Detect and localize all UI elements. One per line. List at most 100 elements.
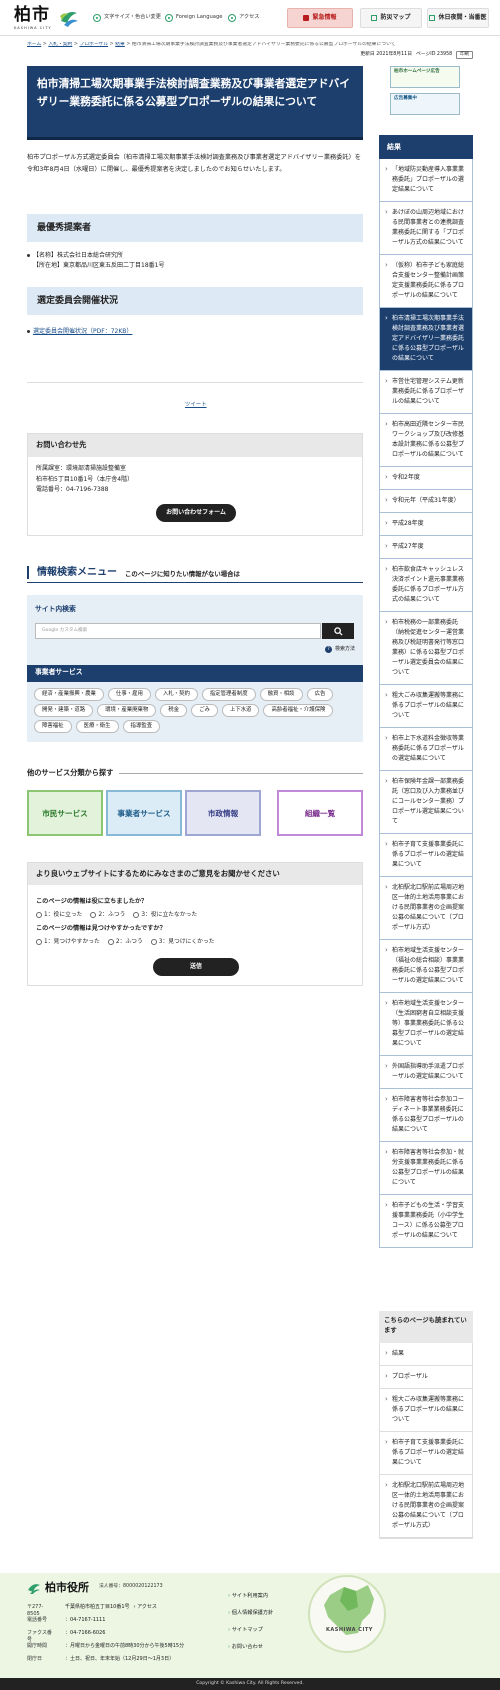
sidebar-item[interactable]: 令和元年（平成31年度） [380, 490, 472, 513]
sidebar-item[interactable]: 柏市清掃工場次期事業手法検討調査業務及び事業者選定アドバイザリー業務委託に係る公… [380, 308, 472, 371]
page-id: ページID 23958 [416, 51, 453, 57]
page-intro: 柏市プロポーザル方式選定委員会（柏市清掃工場次期事業手法検討調査業務及び事業者選… [27, 154, 361, 173]
business-tag[interactable]: 障害福祉 [34, 720, 72, 733]
committee-pdf-link[interactable]: 選定委員会開催状況（PDF：72KB） [33, 328, 132, 335]
search-input[interactable]: Google カスタム検索 [35, 623, 321, 639]
search-button[interactable] [322, 623, 354, 639]
also-read-item[interactable]: プロポーザル [380, 1366, 472, 1389]
list-item: 【名称】株式会社日本総合研究所 [27, 251, 363, 261]
access-label: アクセス [239, 14, 260, 21]
radio-icon [107, 938, 114, 945]
font-size-color-link[interactable]: 文字サイズ・色合い変更 [93, 13, 161, 23]
footer-tel-row: 電話番号 ：04-7167-1111 [27, 1617, 106, 1623]
sidebar-title: 結果 [379, 135, 473, 159]
sidebar-item[interactable]: 外国語指導助手派遣プロポーザルの選定結果について [380, 1056, 472, 1089]
sidebar-item[interactable]: 令和2年度 [380, 467, 472, 490]
footer-link[interactable]: 個人情報保護方針 [228, 1610, 274, 1617]
sidebar-item[interactable]: 柏市地域生活支援センター（生活困窮者自立相談支援等）事業業務委託に係る公募型プロ… [380, 993, 472, 1056]
print-button[interactable]: 印刷 [456, 51, 473, 60]
business-tag[interactable]: 経済・産業振興・農業 [34, 688, 104, 701]
business-services-panel: 経済・産業振興・農業 仕事・雇用 入札・契約 指定管理者制度 融資・相談 広告開発・建築・… [27, 682, 363, 742]
sidebar-item[interactable]: 平成27年度 [380, 536, 472, 559]
radio-icon [36, 938, 42, 945]
organization-list-button[interactable]: 組織一覧 [277, 790, 363, 836]
also-read-item[interactable]: 粗大ごみ収集運搬等業務に係るプロポーザルの結果について [380, 1389, 472, 1432]
contact-phone: 電話番号：04-7196-7388 [36, 486, 109, 493]
business-tag[interactable]: 環境・産業廃棄物 [97, 704, 157, 717]
business-tag[interactable]: 仕事・雇用 [107, 688, 151, 701]
radio-option[interactable]: 2：ふつう [107, 938, 143, 946]
footer-access-link[interactable]: › アクセス [134, 1604, 157, 1619]
sidebar-item[interactable]: 柏市障害者等社会参加・就労支援事業業務委託に係る公募型プロポーザルの結果について [380, 1142, 472, 1195]
breadcrumb-item[interactable]: 入札・契約 [48, 42, 72, 47]
radio-icon [150, 938, 157, 945]
sidebar-item[interactable]: 柏市子育て支援事業委託に係るプロポーザルの選定結果について [380, 834, 472, 877]
search-menu-heading: 情報検索メニュー このページに知りたい情報がない場合は [27, 565, 363, 583]
access-link[interactable]: アクセス [228, 13, 260, 23]
radio-option[interactable]: 1：見つけやすかった [36, 938, 100, 946]
search-help-link[interactable]: ? 検索方法 [324, 646, 355, 654]
business-tag[interactable]: 広告 [306, 688, 334, 701]
sidebar-item[interactable]: あけぼの山周辺地域における民間事業者との連携調査業務委託に関する「プロポーザル方… [380, 202, 472, 255]
city-info-button[interactable]: 市政情報 [185, 790, 261, 836]
business-tag[interactable]: ごみ [191, 704, 218, 717]
breadcrumb-item[interactable]: プロポーザル [79, 42, 108, 47]
page-title: 柏市清掃工場次期事業手法検討調査業務及び事業者選定アドバイザリー業務委託に係る公… [37, 77, 351, 108]
radio-option[interactable]: 3：役に立たなかった [133, 911, 197, 919]
sidebar-item[interactable]: 市営住宅管理システム更新業務委託に係るプロポーザルの結果について [380, 371, 472, 414]
sidebar-item[interactable]: 「地域防災動産導入事業業務委託」プロポーザルの選定結果について [380, 159, 472, 202]
tweet-link[interactable]: ツイート [185, 402, 207, 410]
sidebar-item[interactable]: 平成28年度 [380, 513, 472, 536]
ad-banner[interactable]: 柏市ホームページ広告 [390, 66, 460, 88]
business-services-button[interactable]: 事業者サービス [106, 790, 182, 836]
site-logo[interactable]: 柏市 KASHIWA CITY [14, 6, 84, 32]
sidebar-item[interactable]: 粗大ごみ収集運搬等業務に係るプロポーザルの結果について [380, 685, 472, 728]
sidebar-item[interactable]: 柏市高田近隣センター市民ワークショップ及び改修基本設計業務に係る公募型プロポーザ… [380, 414, 472, 467]
breadcrumb-item[interactable]: ホーム [27, 42, 41, 47]
feedback-submit-button[interactable]: 送信 [153, 958, 239, 976]
footer-link[interactable]: サイト利用案内 [228, 1593, 273, 1600]
business-tag[interactable]: 融資・相談 [259, 688, 303, 701]
business-tag[interactable]: 指導監査 [122, 720, 161, 733]
footer-logo: 柏市役所 法人番号：8000020122173 [27, 1580, 163, 1596]
footer-corp-number: 法人番号：8000020122173 [99, 1584, 163, 1590]
sidebar-item[interactable]: 北柏駅北口駅前広場周辺地区一体的土地活用事業における民間事業者の企画提案公募の結… [380, 877, 472, 940]
business-tag[interactable]: 指定管理者制度 [201, 688, 256, 701]
also-read-item[interactable]: 北柏駅北口駅前広場周辺地区一体的土地活用事業における民間事業者の企画提案公募の結… [380, 1475, 472, 1538]
footer-link[interactable]: サイトマップ [228, 1627, 273, 1634]
contact-box: お問い合わせ先 所属課室：環境部清掃施設整備室 柏市柏5丁目10番1号（本庁舎4… [27, 433, 363, 536]
foreign-language-link[interactable]: Foreign Language [165, 13, 222, 23]
list-item: 選定委員会開催状況（PDF：72KB） [27, 327, 363, 337]
contact-form-button[interactable]: お問い合わせフォーム [156, 504, 236, 522]
sidebar-item[interactable]: 柏市飲食店キャッシュレス決済ポイント還元事業業務委託に係るプロポーザル方式の結果… [380, 559, 472, 612]
holiday-night-doctor-button[interactable]: 休日夜間・当番医 [427, 8, 489, 28]
sidebar-item[interactable]: 柏市税務の一部業務委託（納税促進センター運営業務及び税証明書発行等窓口業務）に係… [380, 612, 472, 685]
business-tag[interactable]: 医療・衛生 [75, 720, 119, 733]
emergency-info-button[interactable]: 緊急情報 [287, 8, 353, 28]
business-tag[interactable]: 税金 [160, 704, 188, 717]
radio-option[interactable]: 2：ふつう [90, 911, 125, 919]
business-tag[interactable]: 上下水道 [221, 704, 260, 717]
disaster-map-button[interactable]: 防災マップ [360, 8, 422, 28]
citizen-services-button[interactable]: 市民サービス [27, 790, 103, 836]
also-read-item[interactable]: 柏市子育て支援事業委託に係るプロポーザルの選定結果について [380, 1432, 472, 1475]
search-menu-subtitle: このページに知りたい情報がない場合は [125, 569, 240, 578]
sidebar-item[interactable]: 柏市子どもの生活・学習支援事業業務委託（小中学生コース）に係る公募型プロポーザル… [380, 1195, 472, 1248]
business-tag[interactable]: 入札・契約 [154, 688, 198, 701]
list-item: 【所在地】東京都品川区東五反田二丁目18番1号 [33, 262, 165, 269]
sidebar-item[interactable]: （仮称）柏市子ども家庭総合支援センター整備計画策定支援業務委託に係るプロポーザル… [380, 255, 472, 308]
sidebar-item[interactable]: 柏市保険年金課一部業務委託（窓口及び入力業務並びにコールセンター業務）プロポーザ… [380, 771, 472, 834]
business-tag[interactable]: 開発・建築・道路 [34, 704, 94, 717]
radio-option[interactable]: 3：見つけにくかった [150, 938, 215, 946]
business-tag-list: 経済・産業振興・農業 仕事・雇用 入札・契約 指定管理者制度 融資・相談 広告開発・建築・… [34, 688, 356, 733]
footer-link[interactable]: お問い合わせ [228, 1644, 273, 1651]
sidebar-item[interactable]: 柏市障害者等社会参加コーディネート事業業務委託に係る公募型プロポーザルの結果につ… [380, 1089, 472, 1142]
sidebar-item[interactable]: 柏市地域生活支援センター（福祉の総合相談）事業業務委託に係る公募型プロポーザルの… [380, 940, 472, 993]
also-read-item[interactable]: 結果 [380, 1343, 472, 1366]
business-tag[interactable]: 高齢者福祉・介護保険 [263, 704, 334, 717]
radio-option[interactable]: 1：役に立った [36, 911, 82, 919]
ad-banner[interactable]: 広告募集中 [390, 93, 460, 115]
search-help-label: 検索方法 [334, 646, 355, 652]
breadcrumb-item[interactable]: 結果 [115, 42, 125, 47]
sidebar-item[interactable]: 柏市上下水道料金徴収等業務委託に係るプロポーザルの選定結果について [380, 728, 472, 771]
